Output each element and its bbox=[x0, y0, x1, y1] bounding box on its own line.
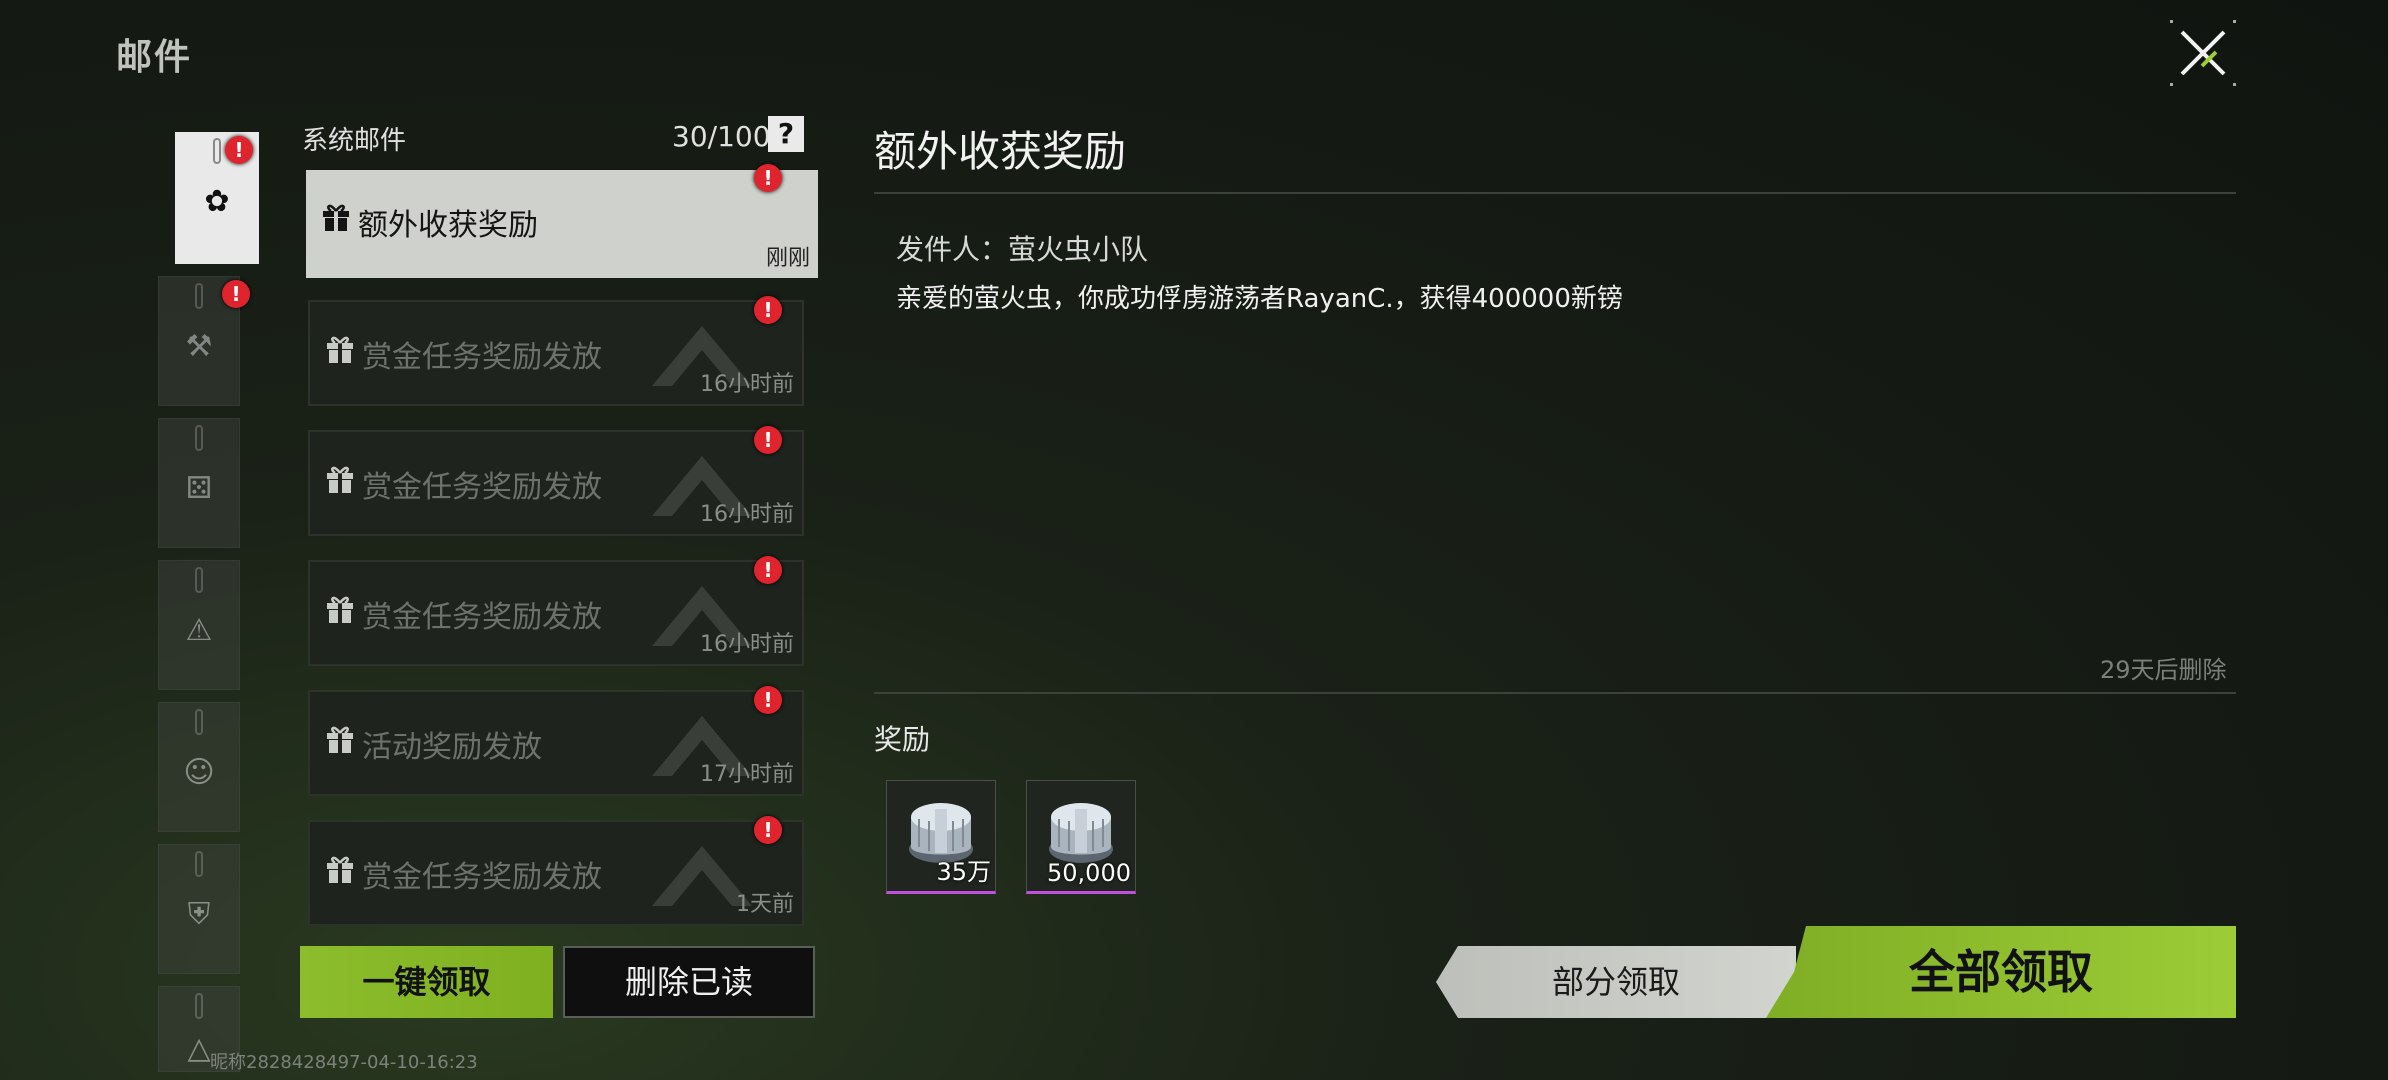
unread-badge: ! bbox=[754, 296, 782, 324]
gift-icon bbox=[323, 204, 349, 231]
partial-claim-button[interactable]: 部分领取 bbox=[1436, 946, 1796, 1018]
mail-section-title: 系统邮件 bbox=[302, 126, 407, 156]
mail-item[interactable]: 赏金任务奖励发放 1天前 ! bbox=[308, 816, 804, 926]
mail-time: 16小时前 bbox=[700, 502, 794, 527]
category-tab-events[interactable]: ⚄ bbox=[158, 418, 240, 548]
mail-title: 赏金任务奖励发放 bbox=[362, 340, 602, 375]
mail-title: 赏金任务奖励发放 bbox=[362, 470, 602, 505]
mail-body: 亲爱的萤火虫，你成功俘虏游荡者RayanC.，获得400000新镑 bbox=[896, 284, 1623, 314]
gift-icon bbox=[327, 856, 353, 883]
pin-icon bbox=[195, 567, 203, 593]
pin-icon bbox=[195, 709, 203, 735]
pin-icon bbox=[213, 138, 221, 164]
reward-item[interactable]: 35万 bbox=[886, 780, 996, 894]
gear-icon: ✿ bbox=[204, 184, 230, 219]
unread-badge: ! bbox=[222, 280, 250, 308]
mail-item[interactable]: 赏金任务奖励发放 16小时前 ! bbox=[308, 556, 804, 666]
mail-time: 16小时前 bbox=[700, 632, 794, 657]
unread-badge: ! bbox=[754, 816, 782, 844]
reward-label: 奖励 bbox=[874, 723, 931, 756]
gift-icon bbox=[327, 726, 353, 753]
mail-title: 活动奖励发放 bbox=[362, 730, 542, 765]
mail-item[interactable]: 赏金任务奖励发放 16小时前 ! bbox=[308, 296, 804, 406]
expire-notice: 29天后删除 bbox=[2100, 656, 2227, 684]
pin-icon bbox=[195, 283, 203, 309]
unread-badge: ! bbox=[754, 164, 782, 192]
vest-icon: ⛨ bbox=[187, 897, 211, 932]
mail-item[interactable]: 活动奖励发放 17小时前 ! bbox=[308, 686, 804, 796]
gift-icon bbox=[327, 466, 353, 493]
pin-icon bbox=[195, 425, 203, 451]
category-tab-social[interactable]: ☺ bbox=[158, 702, 240, 832]
mail-sender: 发件人：萤火虫小队 bbox=[896, 233, 1149, 266]
warning-icon: ⚠ bbox=[185, 613, 213, 648]
mail-time: 16小时前 bbox=[700, 372, 794, 397]
mail-count: 30/100 bbox=[672, 120, 771, 153]
reward-item[interactable]: 50,000 bbox=[1026, 780, 1136, 894]
close-icon bbox=[2170, 20, 2236, 86]
one-click-claim-button[interactable]: 一键领取 bbox=[300, 946, 553, 1018]
page-title: 邮件 bbox=[116, 37, 193, 78]
reward-amount: 50,000 bbox=[1047, 859, 1131, 887]
mail-detail-title: 额外收获奖励 bbox=[874, 127, 1127, 176]
reward-amount: 35万 bbox=[936, 858, 991, 886]
mail-time: 1天前 bbox=[736, 892, 794, 917]
mail-time: 17小时前 bbox=[700, 762, 794, 787]
claim-all-button[interactable]: 全部领取 bbox=[1766, 926, 2236, 1018]
divider bbox=[874, 692, 2236, 694]
player-info-footer: 昵称2828428497-04-10-16:23 bbox=[210, 1052, 478, 1073]
mail-title: 赏金任务奖励发放 bbox=[362, 860, 602, 895]
divider bbox=[874, 192, 2236, 194]
face-icon: ☺ bbox=[183, 755, 215, 790]
mail-item[interactable]: 赏金任务奖励发放 16小时前 ! bbox=[308, 426, 804, 536]
gift-icon bbox=[327, 596, 353, 623]
pin-icon bbox=[195, 851, 203, 877]
gift-icon bbox=[327, 336, 353, 363]
category-tab-system[interactable]: ✿ ! bbox=[175, 132, 259, 264]
category-tab-alerts[interactable]: ⚠ bbox=[158, 560, 240, 690]
mail-item-selected[interactable]: 额外收获奖励 刚刚 ! bbox=[306, 164, 818, 278]
mail-time: 刚刚 bbox=[765, 246, 810, 271]
dice-icon: ⚄ bbox=[185, 471, 213, 506]
close-button[interactable] bbox=[2168, 18, 2238, 88]
mail-title: 额外收获奖励 bbox=[358, 208, 538, 243]
unread-badge: ! bbox=[754, 556, 782, 584]
unread-badge: ! bbox=[225, 136, 253, 164]
pin-icon bbox=[195, 993, 203, 1019]
unread-badge: ! bbox=[754, 426, 782, 454]
mail-title: 赏金任务奖励发放 bbox=[362, 600, 602, 635]
delete-read-button[interactable]: 删除已读 bbox=[563, 946, 815, 1018]
help-button[interactable]: ? bbox=[768, 116, 804, 152]
category-tab-gear[interactable]: ⛨ bbox=[158, 844, 240, 974]
unread-badge: ! bbox=[754, 686, 782, 714]
hammer-icon: ⚒ bbox=[185, 329, 213, 364]
